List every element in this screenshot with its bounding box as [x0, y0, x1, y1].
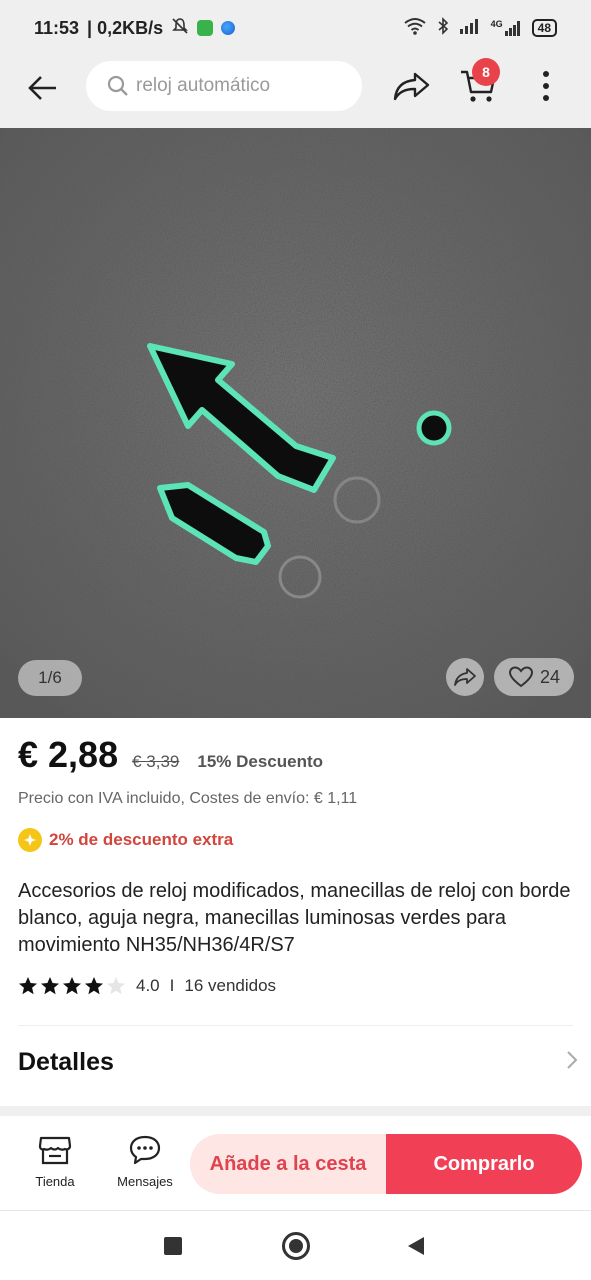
top-header: reloj automático 8: [0, 56, 591, 128]
bluetooth-icon: [437, 16, 449, 40]
messages-label: Mensajes: [117, 1174, 173, 1189]
wifi-icon: [403, 17, 427, 40]
price-row: € 2,88 € 3,39 15% Descuento: [18, 734, 323, 776]
status-time: 11:53: [34, 17, 80, 38]
chat-bubble-icon: [129, 1135, 161, 1165]
network-label: 4G: [490, 19, 503, 29]
home-dot: [289, 1239, 303, 1253]
like-button[interactable]: 24: [494, 658, 574, 696]
rating-separator: I: [169, 976, 175, 995]
details-title: Detalles: [18, 1048, 114, 1076]
back-button[interactable]: [24, 70, 60, 106]
system-back-button[interactable]: [406, 1235, 426, 1262]
more-vertical-icon: [543, 71, 549, 101]
recent-apps-button[interactable]: [164, 1237, 182, 1255]
star-filled-icon: [63, 977, 81, 995]
star-filled-icon: [19, 977, 37, 995]
signal-icon: [459, 18, 481, 39]
home-button[interactable]: [282, 1232, 310, 1260]
mute-bell-icon: [171, 17, 189, 40]
product-title: Accesorios de reloj modificados, manecil…: [18, 880, 571, 956]
image-share-button[interactable]: [446, 658, 484, 696]
status-right: 4G 48: [403, 16, 557, 40]
star-filled-icon: [85, 977, 103, 995]
search-input[interactable]: reloj automático: [86, 61, 362, 111]
heart-icon: [508, 666, 533, 688]
app-notification-icon: [197, 20, 214, 36]
triangle-back-icon: [408, 1237, 424, 1255]
share-button[interactable]: [392, 68, 432, 104]
like-count: 24: [539, 666, 561, 687]
battery-indicator: 48: [531, 19, 557, 37]
discount-label: 15% Descuento: [197, 752, 324, 771]
sold-count: 16 vendidos: [184, 976, 277, 995]
vat-shipping-info: Precio con IVA incluido, Costes de envío…: [18, 790, 358, 807]
extra-discount-text: 2% de descuento extra: [49, 830, 234, 849]
status-speed: | 0,2KB/s: [87, 17, 164, 38]
add-to-cart-button[interactable]: Añade a la cesta: [190, 1134, 386, 1194]
rating-stars: [18, 976, 126, 996]
extra-discount-row[interactable]: 2% de descuento extra: [18, 828, 233, 852]
more-options-button[interactable]: [532, 68, 560, 104]
share-icon: [454, 668, 476, 686]
messages-button[interactable]: Mensajes: [110, 1134, 180, 1189]
back-arrow-icon: [28, 76, 56, 100]
system-nav-bar: [0, 1210, 591, 1280]
star-empty-icon: [107, 977, 125, 995]
store-icon: [38, 1136, 72, 1165]
bottom-action-bar: Tienda Mensajes Añade a la cesta Comprar…: [0, 1116, 591, 1210]
signal-4g-icon: 4G: [491, 20, 522, 36]
globe-icon: [221, 21, 236, 35]
search-icon: [107, 75, 128, 96]
details-row[interactable]: Detalles: [18, 1048, 578, 1077]
rating-value: 4.0: [136, 976, 160, 995]
coin-icon: [18, 828, 42, 852]
section-band: [0, 1106, 591, 1116]
search-placeholder: reloj automático: [136, 75, 271, 96]
store-label: Tienda: [35, 1174, 75, 1189]
original-price: € 3,39: [132, 752, 180, 771]
product-image-gallery[interactable]: 1/6 24: [0, 128, 591, 718]
share-icon: [393, 72, 430, 101]
status-left: 11:53 | 0,2KB/s: [34, 17, 236, 40]
divider: [18, 1025, 573, 1026]
image-counter: 1/6: [18, 660, 82, 696]
status-bar: 11:53 | 0,2KB/s 4G 48: [0, 0, 591, 56]
buy-now-button[interactable]: Comprarlo: [386, 1134, 582, 1194]
cart-count-badge: 8: [472, 58, 500, 86]
store-button[interactable]: Tienda: [22, 1134, 88, 1189]
chevron-right-icon: [566, 1050, 578, 1075]
current-price: € 2,88: [18, 734, 119, 775]
product-photo: [0, 128, 591, 718]
rating-row[interactable]: 4.0 I 16 vendidos: [18, 976, 276, 996]
star-filled-icon: [41, 977, 59, 995]
